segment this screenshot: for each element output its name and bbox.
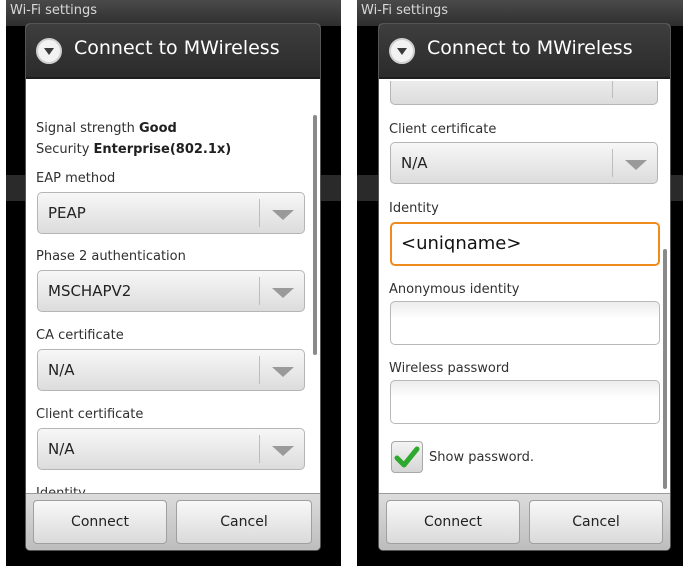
cancel-button[interactable]: Cancel xyxy=(529,500,663,544)
dropdown-arrow-icon xyxy=(272,288,294,298)
spinner-divider xyxy=(612,149,613,177)
cancel-button[interactable]: Cancel xyxy=(176,500,312,544)
dropdown-arrow-icon xyxy=(625,160,647,170)
security-row: Security Enterprise(802.1x) xyxy=(36,142,231,157)
right-phone-screen: Wi-Fi settings Connect to MWireless Clie… xyxy=(357,0,683,566)
wireless-password-field[interactable] xyxy=(390,380,660,424)
ca-certificate-spinner[interactable]: N/A xyxy=(37,349,305,391)
ca-certificate-value: N/A xyxy=(48,361,75,379)
wifi-dropdown-circle-icon xyxy=(389,38,415,64)
dialog-button-bar: Connect Cancel xyxy=(379,493,670,550)
connect-dialog-left: Connect to MWireless Signal strength Goo… xyxy=(26,24,320,550)
anonymous-identity-label: Anonymous identity xyxy=(389,282,520,297)
eap-method-value: PEAP xyxy=(48,204,86,222)
show-password-label[interactable]: Show password. xyxy=(429,450,534,465)
dialog-button-bar: Connect Cancel xyxy=(26,493,320,550)
client-certificate-value: N/A xyxy=(48,440,75,458)
identity-label: Identity xyxy=(389,201,439,216)
signal-strength-value: Good xyxy=(138,121,177,136)
client-certificate-spinner[interactable]: N/A xyxy=(37,428,305,470)
client-certificate-label: Client certificate xyxy=(389,122,497,137)
spinner-divider xyxy=(259,356,260,384)
wifi-dropdown-circle-icon xyxy=(36,38,62,64)
eap-method-spinner[interactable]: PEAP xyxy=(37,192,305,234)
identity-field[interactable]: <uniqname> xyxy=(390,222,660,266)
dropdown-arrow-icon xyxy=(272,367,294,377)
client-certificate-label: Client certificate xyxy=(36,407,144,422)
connect-button[interactable]: Connect xyxy=(386,500,520,544)
phase2-label: Phase 2 authentication xyxy=(36,249,186,264)
dialog-title-bar: Connect to MWireless xyxy=(26,24,320,79)
dialog-content[interactable]: Client certificate N/A Identity <uniqnam… xyxy=(379,81,670,495)
dropdown-arrow-icon xyxy=(272,210,294,220)
anonymous-identity-field[interactable] xyxy=(390,301,660,345)
ca-certificate-spinner[interactable] xyxy=(390,81,658,105)
spinner-divider xyxy=(612,81,613,98)
spinner-divider xyxy=(259,277,260,305)
eap-method-label: EAP method xyxy=(36,171,116,186)
ca-certificate-label: CA certificate xyxy=(36,328,124,343)
client-certificate-spinner[interactable]: N/A xyxy=(390,142,658,184)
dialog-title: Connect to MWireless xyxy=(74,37,280,59)
background-screen-title: Wi-Fi settings xyxy=(6,0,341,26)
scrollbar[interactable] xyxy=(313,115,317,355)
spinner-divider xyxy=(259,199,260,227)
identity-value: <uniqname> xyxy=(401,233,522,254)
connect-button[interactable]: Connect xyxy=(33,500,167,544)
security-value: Enterprise(802.1x) xyxy=(93,142,232,157)
dialog-title-bar: Connect to MWireless xyxy=(379,24,670,79)
dialog-title: Connect to MWireless xyxy=(427,37,633,59)
show-password-checkbox[interactable] xyxy=(391,441,423,473)
wireless-password-label: Wireless password xyxy=(389,361,510,376)
background-screen-title: Wi-Fi settings xyxy=(357,0,683,26)
spinner-divider xyxy=(259,435,260,463)
signal-strength-label: Signal strength xyxy=(36,121,135,136)
left-phone-screen: Wi-Fi settings Connect to MWireless Sign… xyxy=(6,0,341,566)
client-certificate-value: N/A xyxy=(401,154,428,172)
connect-dialog-right: Connect to MWireless Client certificate … xyxy=(379,24,670,550)
security-label: Security xyxy=(36,142,90,157)
phase2-spinner[interactable]: MSCHAPV2 xyxy=(37,270,305,312)
dialog-content[interactable]: Signal strength Good Security Enterprise… xyxy=(26,81,320,495)
dropdown-arrow-icon xyxy=(272,446,294,456)
phase2-value: MSCHAPV2 xyxy=(48,282,132,300)
signal-strength-row: Signal strength Good xyxy=(36,121,177,136)
scrollbar[interactable] xyxy=(663,249,667,489)
checkmark-icon xyxy=(394,446,420,468)
